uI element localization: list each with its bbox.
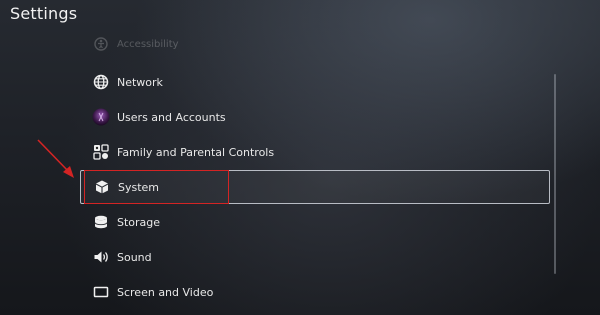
family-icon — [91, 142, 111, 162]
menu-item-screen-and-video[interactable]: Screen and Video — [80, 275, 550, 309]
speaker-icon — [91, 247, 111, 267]
page-title: Settings — [10, 4, 78, 23]
menu-item-label: Accessibility — [117, 38, 179, 50]
menu-item-storage[interactable]: Storage — [80, 205, 550, 239]
menu-item-users-and-accounts[interactable]: Users and Accounts — [80, 100, 550, 134]
menu-item-label: Family and Parental Controls — [117, 145, 275, 159]
scrollbar[interactable] — [554, 74, 556, 274]
globe-icon — [91, 72, 111, 92]
menu-item-family-and-parental-controls[interactable]: Family and Parental Controls — [80, 135, 550, 169]
menu-item-label: Network — [117, 75, 163, 89]
menu-item-accessibility[interactable]: Accessibility — [80, 32, 550, 56]
accessibility-icon — [91, 34, 111, 54]
menu-item-label: Storage — [117, 215, 161, 229]
avatar-icon — [91, 107, 111, 127]
menu-item-label: Users and Accounts — [117, 110, 226, 124]
menu-item-sound[interactable]: Sound — [80, 240, 550, 274]
display-icon — [91, 282, 111, 302]
annotation-highlight-box — [84, 170, 229, 204]
menu-item-label: Sound — [117, 250, 152, 264]
storage-icon — [91, 212, 111, 232]
menu-item-network[interactable]: Network — [80, 65, 550, 99]
menu-item-label: Screen and Video — [117, 285, 214, 299]
